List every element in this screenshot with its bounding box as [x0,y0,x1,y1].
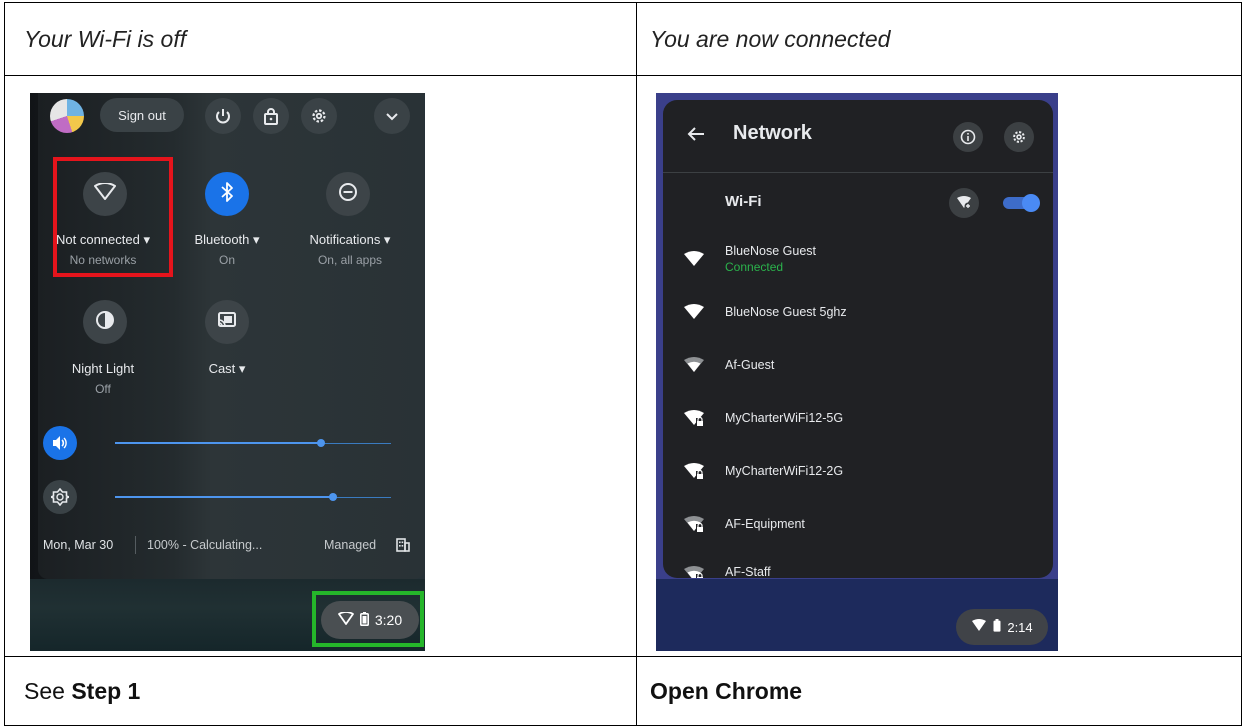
network-item[interactable]: AF-Staff [663,555,1053,578]
battery-status: 100% - Calculating... [147,538,263,552]
do-not-disturb-icon [338,182,358,207]
network-status: Connected [725,260,784,274]
notifications-tile-sublabel: On, all apps [317,253,383,267]
chevron-down-icon[interactable] [374,98,410,134]
quick-settings-screenshot: Sign out Not connected ▾ No networks Blu… [30,93,425,651]
status-area-button[interactable]: 2:14 [956,609,1048,645]
battery-icon [359,611,369,629]
add-wifi-icon[interactable] [949,188,979,218]
lock-icon[interactable] [253,98,289,134]
date-label[interactable]: Mon, Mar 30 [43,538,113,552]
wifi-off-icon [337,611,354,628]
network-name: MyCharterWiFi12-5G [725,411,844,425]
right-header: You are now connected [650,25,891,52]
network-panel: Network Wi-Fi BlueNose Guest Connected B… [663,100,1053,578]
bluetooth-tile-sublabel: On [218,253,235,267]
network-name: AF-Staff [725,565,771,578]
open-chrome-label: Open Chrome [650,678,803,704]
network-header: Network [663,100,1053,173]
wifi-secured-icon [683,462,705,484]
wifi-section-label: Wi-Fi [725,193,762,210]
network-name: AF-Equipment [725,517,805,531]
cast-icon [217,311,237,334]
brightness-slider-knob[interactable] [329,493,337,501]
network-item[interactable]: Af-Guest [663,346,1053,386]
volume-icon[interactable] [43,426,77,460]
notifications-tile-label[interactable]: Notifications ▾ [290,232,410,248]
brightness-slider-fill [115,496,333,498]
wifi-toggle[interactable] [1003,194,1040,212]
left-header: Your Wi-Fi is off [24,25,187,52]
network-name: Af-Guest [725,358,775,372]
wifi-signal-icon [683,356,705,378]
quick-settings-panel: Sign out Not connected ▾ No networks Blu… [38,93,424,579]
bluetooth-tile-label[interactable]: Bluetooth ▾ [170,232,284,248]
volume-slider-fill [115,442,321,444]
sign-out-button[interactable]: Sign out [100,98,184,132]
brightness-icon[interactable] [43,480,77,514]
clock: 3:20 [374,612,403,628]
bluetooth-tile-button[interactable] [205,172,249,216]
column-divider [636,3,637,725]
right-footer: Open Chrome [650,657,802,726]
info-icon[interactable] [953,122,983,152]
managed-label[interactable]: Managed [324,538,376,552]
wifi-signal-icon [683,303,705,325]
clock: 2:14 [1007,619,1033,635]
battery-icon [993,619,1001,635]
left-footer: See Step 1 [24,657,140,726]
volume-slider-knob[interactable] [317,439,325,447]
network-item[interactable]: MyCharterWiFi12-5G [663,399,1053,439]
power-icon[interactable] [205,98,241,134]
night-light-tile-label[interactable]: Night Light [46,361,160,376]
back-arrow-icon[interactable] [687,126,705,147]
network-name: BlueNose Guest [725,244,817,258]
network-item[interactable]: MyCharterWiFi12-2G [663,452,1053,492]
network-name: MyCharterWiFi12-2G [725,464,844,478]
footer-divider [5,656,1241,657]
wifi-secured-icon [683,565,705,578]
network-item[interactable]: AF-Equipment [663,505,1053,545]
cast-tile-label[interactable]: Cast ▾ [170,361,284,377]
network-item[interactable]: BlueNose Guest 5ghz [663,293,1053,333]
network-title: Network [733,122,812,144]
gear-icon[interactable] [301,98,337,134]
footer-separator [135,536,136,554]
left-footer-prefix: See [24,678,72,704]
instruction-table: Your Wi-Fi is off You are now connected … [4,2,1242,726]
bluetooth-icon [220,181,234,207]
wifi-toggle-knob [1022,194,1040,212]
building-icon[interactable] [396,538,410,557]
wifi-signal-icon [683,250,705,272]
network-item[interactable]: BlueNose Guest Connected [663,240,1053,280]
notifications-tile-button[interactable] [326,172,370,216]
wifi-secured-icon [683,409,705,431]
gear-icon[interactable] [1004,122,1034,152]
cast-tile-button[interactable] [205,300,249,344]
wifi-highlight-box [53,157,173,277]
network-name: BlueNose Guest 5ghz [725,305,847,319]
avatar[interactable] [50,99,84,133]
network-screenshot: Network Wi-Fi BlueNose Guest Connected B… [656,93,1058,651]
status-area-button[interactable]: 3:20 [321,601,419,639]
night-light-tile-sublabel: Off [95,382,111,396]
wifi-secured-icon [683,515,705,537]
night-light-tile-button[interactable] [83,300,127,344]
night-light-icon [95,310,115,335]
step-link: Step 1 [71,678,141,704]
header-divider [5,75,1241,76]
wifi-icon [971,619,987,635]
